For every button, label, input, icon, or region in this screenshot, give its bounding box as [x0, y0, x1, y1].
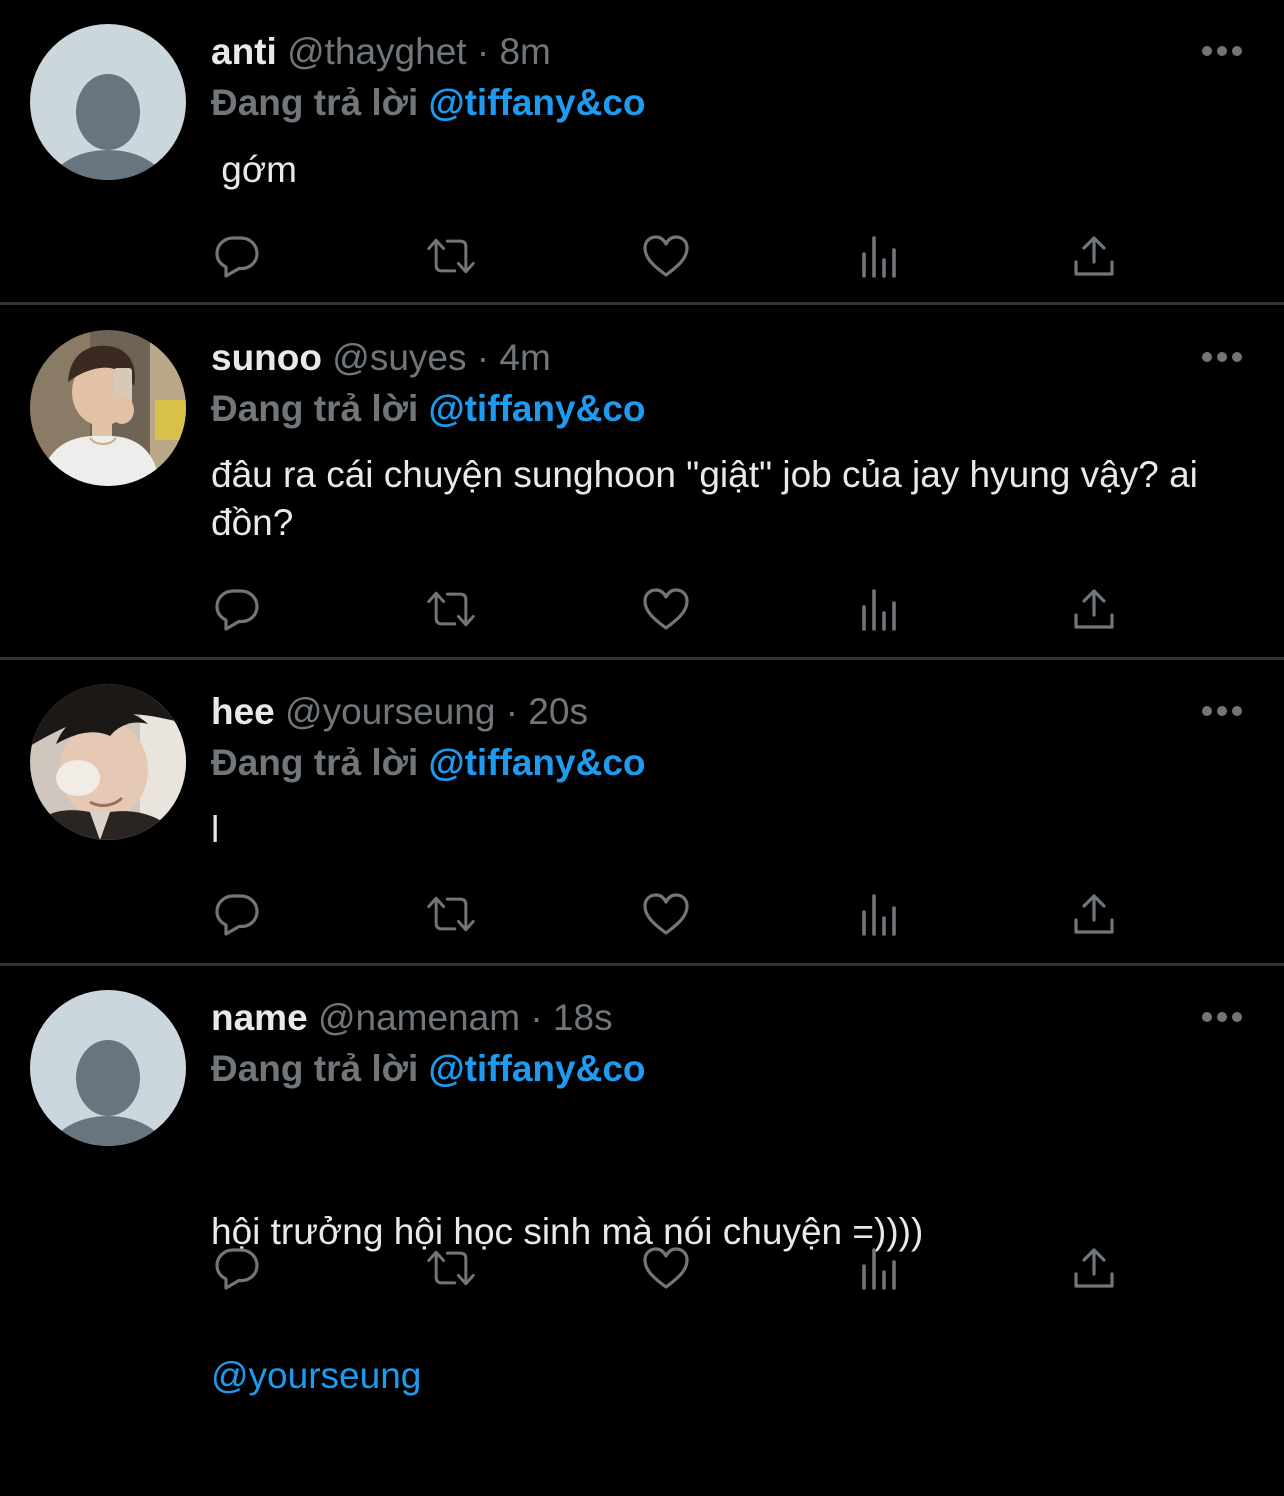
retweet-icon	[427, 238, 475, 274]
analytics-icon	[862, 1248, 896, 1290]
default-avatar-icon[interactable]	[30, 24, 186, 180]
reply-button[interactable]	[211, 889, 263, 939]
user-handle[interactable]: @thayghet	[287, 31, 467, 72]
action-bar	[211, 1243, 1131, 1293]
tweet-text: l	[211, 809, 220, 850]
reply-prefix: Đang trả lời	[211, 742, 419, 783]
reply-icon	[215, 894, 259, 936]
like-icon	[643, 588, 689, 630]
retweet-icon	[427, 896, 475, 932]
analytics-icon	[862, 894, 896, 936]
analytics-icon	[862, 236, 896, 278]
like-icon	[643, 235, 689, 277]
reply-context: Đang trả lời @tiffany&co	[211, 81, 646, 125]
like-button[interactable]	[640, 584, 692, 634]
timestamp[interactable]: 18s	[553, 997, 613, 1038]
reply-button[interactable]	[211, 231, 263, 281]
share-icon	[1074, 589, 1114, 629]
timestamp[interactable]: 20s	[528, 691, 588, 732]
like-button[interactable]	[640, 1243, 692, 1293]
retweet-button[interactable]	[425, 1243, 477, 1293]
reply-context: Đang trả lời @tiffany&co	[211, 741, 646, 785]
analytics-button[interactable]	[854, 231, 906, 281]
reply-button[interactable]	[211, 584, 263, 634]
retweet-button[interactable]	[425, 231, 477, 281]
retweet-button[interactable]	[425, 584, 477, 634]
separator-dot: ·	[476, 31, 490, 72]
reply-icon	[215, 589, 259, 631]
like-button[interactable]	[640, 231, 692, 281]
analytics-button[interactable]	[854, 889, 906, 939]
tweet-text: đâu ra cái chuyện sunghoon "giật" job củ…	[211, 454, 1209, 543]
separator-dot: ·	[476, 337, 490, 378]
reply-prefix: Đang trả lời	[211, 1048, 419, 1089]
tweet-header: anti @thayghet · 8m	[211, 30, 551, 74]
analytics-button[interactable]	[854, 1243, 906, 1293]
share-icon	[1074, 1248, 1114, 1288]
action-bar	[211, 231, 1131, 281]
share-icon	[1074, 236, 1114, 276]
share-button[interactable]	[1068, 231, 1120, 281]
like-icon	[643, 1247, 689, 1289]
reply-context: Đang trả lời @tiffany&co	[211, 1047, 646, 1091]
user-handle[interactable]: @suyes	[332, 337, 466, 378]
separator-dot: ·	[505, 691, 519, 732]
timestamp[interactable]: 8m	[499, 31, 550, 72]
reply-prefix: Đang trả lời	[211, 82, 419, 123]
reply-target-link[interactable]: @tiffany&co	[429, 1048, 646, 1089]
like-button[interactable]	[640, 889, 692, 939]
display-name[interactable]: sunoo	[211, 337, 322, 378]
reply-prefix: Đang trả lời	[211, 388, 419, 429]
tweet[interactable]: sunoo @suyes · 4m Đang trả lời @tiffany&…	[0, 305, 1284, 657]
mention-link[interactable]: @yourseung	[211, 1352, 1251, 1400]
reply-icon	[215, 236, 259, 278]
display-name[interactable]: name	[211, 997, 308, 1038]
reply-icon	[215, 1248, 259, 1290]
action-bar	[211, 584, 1131, 634]
timestamp[interactable]: 4m	[499, 337, 550, 378]
tweet[interactable]: anti @thayghet · 8m Đang trả lời @tiffan…	[0, 0, 1284, 303]
user-handle[interactable]: @yourseung	[285, 691, 495, 732]
tweet-header: name @namenam · 18s	[211, 996, 613, 1040]
tweet-header: sunoo @suyes · 4m	[211, 336, 551, 380]
more-options-icon[interactable]	[1200, 1007, 1244, 1027]
profile-photo[interactable]	[30, 330, 186, 486]
analytics-button[interactable]	[854, 584, 906, 634]
reply-target-link[interactable]: @tiffany&co	[429, 388, 646, 429]
share-button[interactable]	[1068, 584, 1120, 634]
tweet[interactable]: name @namenam · 18s Đang trả lời @tiffan…	[0, 966, 1284, 1396]
retweet-icon	[427, 591, 475, 627]
tweet[interactable]: hee @yourseung · 20s Đang trả lời @tiffa…	[0, 660, 1284, 963]
default-avatar-icon[interactable]	[30, 990, 186, 1146]
display-name[interactable]: anti	[211, 31, 277, 72]
retweet-button[interactable]	[425, 889, 477, 939]
more-options-icon[interactable]	[1200, 347, 1244, 367]
separator-dot: ·	[530, 997, 543, 1038]
share-icon	[1074, 894, 1114, 934]
more-options-icon[interactable]	[1200, 41, 1244, 61]
action-bar	[211, 889, 1131, 939]
tweet-header: hee @yourseung · 20s	[211, 690, 588, 734]
profile-photo[interactable]	[30, 684, 186, 840]
analytics-icon	[862, 589, 896, 631]
reply-button[interactable]	[211, 1243, 263, 1293]
like-icon	[643, 893, 689, 935]
share-button[interactable]	[1068, 889, 1120, 939]
reply-target-link[interactable]: @tiffany&co	[429, 742, 646, 783]
tweet-text: hội trưởng hội học sinh mà nói chuyện =)…	[211, 1112, 1251, 1496]
user-handle[interactable]: @namenam	[318, 997, 520, 1038]
tweet-text: gớm	[211, 149, 297, 190]
reply-target-link[interactable]: @tiffany&co	[429, 82, 646, 123]
display-name[interactable]: hee	[211, 691, 275, 732]
retweet-icon	[427, 1250, 475, 1286]
more-options-icon[interactable]	[1200, 701, 1244, 721]
reply-context: Đang trả lời @tiffany&co	[211, 387, 646, 431]
share-button[interactable]	[1068, 1243, 1120, 1293]
